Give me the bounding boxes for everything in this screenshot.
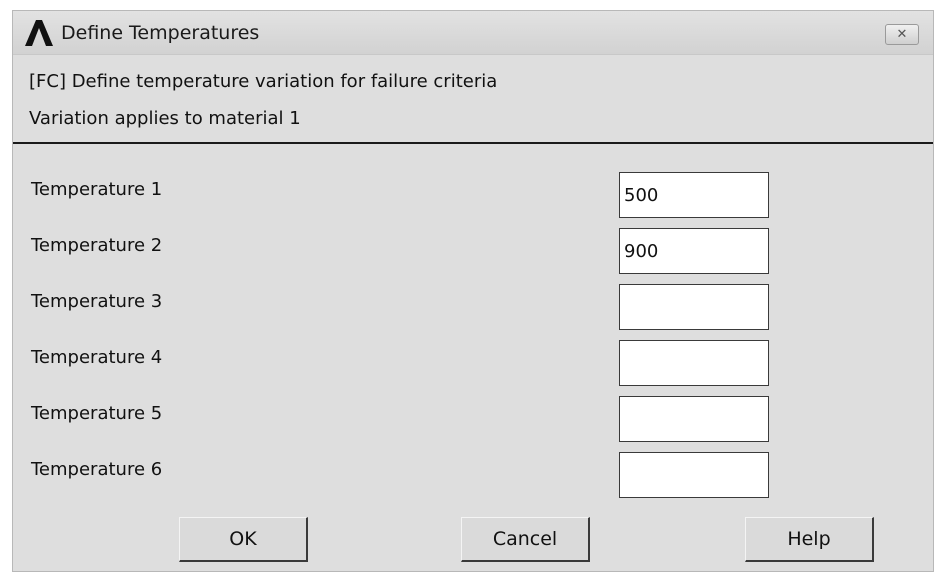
cancel-button[interactable]: Cancel — [461, 517, 590, 562]
window-title: Define Temperatures — [61, 22, 260, 44]
help-button[interactable]: Help — [745, 517, 874, 562]
temperature-6-label: Temperature 6 — [31, 459, 163, 480]
temperature-1-label: Temperature 1 — [31, 179, 163, 200]
define-temperatures-dialog: Define Temperatures ✕ [FC] Define temper… — [12, 10, 934, 572]
title-bar[interactable]: Define Temperatures ✕ — [13, 11, 933, 55]
temperature-3-label: Temperature 3 — [31, 291, 163, 312]
temperature-3-input[interactable] — [619, 284, 769, 330]
ok-button[interactable]: OK — [179, 517, 308, 562]
temperature-2-label: Temperature 2 — [31, 235, 163, 256]
temperature-5-label: Temperature 5 — [31, 403, 163, 424]
material-note: Variation applies to material 1 — [29, 108, 301, 129]
temperature-2-input[interactable] — [619, 228, 769, 274]
close-button[interactable]: ✕ — [885, 24, 919, 45]
temperature-1-input[interactable] — [619, 172, 769, 218]
dialog-description: [FC] Define temperature variation for fa… — [29, 71, 498, 92]
close-icon: ✕ — [896, 27, 908, 42]
temperature-6-input[interactable] — [619, 452, 769, 498]
header-divider — [13, 142, 933, 144]
ansys-logo-icon — [25, 20, 53, 46]
temperature-4-input[interactable] — [619, 340, 769, 386]
temperature-5-input[interactable] — [619, 396, 769, 442]
temperature-4-label: Temperature 4 — [31, 347, 163, 368]
